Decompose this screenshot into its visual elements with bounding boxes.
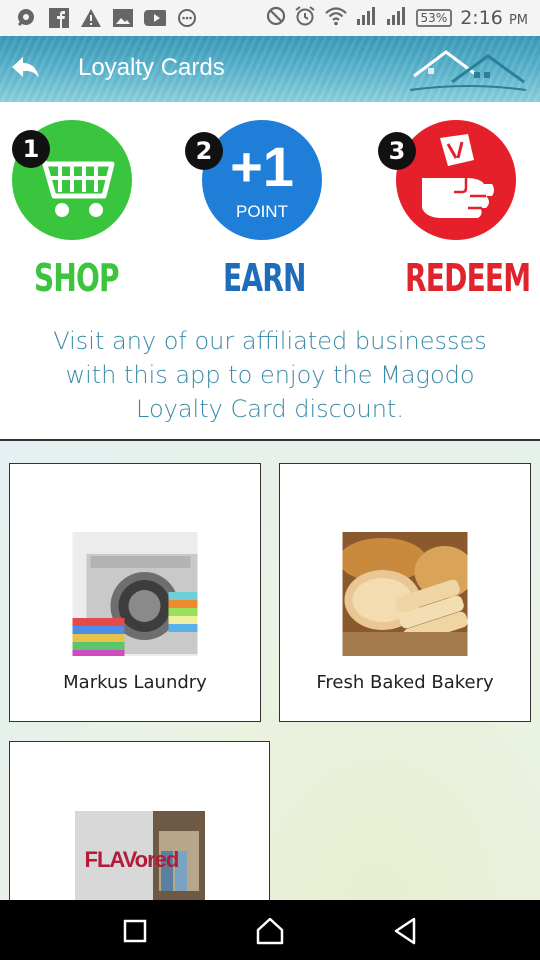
restaurant-sign-text: FLAVored — [84, 847, 180, 872]
clock: 2:16 PM — [460, 7, 528, 29]
description-line: Visit any of our affiliated businesses — [53, 327, 487, 355]
description-line: Loyalty Card discount. — [136, 395, 404, 423]
business-card-flavored[interactable]: FLAVored — [9, 741, 270, 900]
clock-time: 2:16 — [460, 7, 503, 29]
status-bar: 53% 2:16 PM — [0, 0, 540, 36]
restaurant-image: FLAVored — [74, 811, 205, 900]
battery-indicator: 53% — [415, 9, 453, 27]
step-number-badge: 3 — [378, 132, 416, 170]
step-redeem: 3 REDEEM — [360, 102, 540, 302]
house-logo-icon — [408, 46, 527, 94]
point-text: POINT — [236, 202, 288, 221]
chat-icon — [176, 8, 198, 28]
plus-one-point-icon: +1 POINT — [202, 120, 322, 240]
signal-icon — [356, 6, 378, 30]
notification-icon — [16, 8, 38, 28]
step-label: SHOP — [34, 256, 120, 300]
business-card-markus-laundry[interactable]: Markus Laundry — [9, 463, 261, 722]
facebook-icon — [48, 8, 70, 28]
signal-icon-2 — [386, 6, 408, 30]
hand-money-icon — [396, 120, 516, 240]
page-title: Loyalty Cards — [78, 54, 225, 81]
do-not-disturb-icon — [266, 6, 286, 31]
back-triangle-icon[interactable] — [388, 914, 422, 948]
step-number-badge: 1 — [12, 130, 50, 168]
description-line: with this app to enjoy the Magodo — [65, 361, 475, 389]
loyalty-description: Visit any of our affiliated businesses w… — [0, 324, 540, 426]
step-label: REDEEM — [405, 256, 531, 300]
wifi-icon — [324, 6, 348, 31]
step-label: EARN — [223, 256, 306, 300]
home-icon[interactable] — [253, 914, 287, 948]
laundry-image — [72, 532, 198, 656]
warning-icon — [80, 8, 102, 28]
system-nav-bar — [0, 900, 540, 960]
step-earn: +1 POINT 2 EARN — [180, 102, 360, 302]
clock-ampm: PM — [508, 13, 528, 28]
app-bar: Loyalty Cards — [0, 36, 540, 102]
step-shop: 1 SHOP — [0, 102, 180, 302]
youtube-icon — [144, 8, 166, 28]
alarm-icon — [294, 5, 316, 32]
business-grid: Markus Laundry Fresh Baked Bakery FLAVor… — [0, 441, 540, 900]
step-number-badge: 2 — [185, 132, 223, 170]
loyalty-steps-panel: 1 SHOP +1 POINT 2 EARN 3 REDEEM Visit an… — [0, 102, 540, 441]
recents-square-icon[interactable] — [118, 914, 152, 948]
business-name: Fresh Baked Bakery — [316, 672, 494, 693]
back-arrow-icon[interactable] — [10, 54, 42, 84]
business-name: Markus Laundry — [63, 672, 207, 693]
bakery-image — [342, 532, 468, 656]
business-card-fresh-baked-bakery[interactable]: Fresh Baked Bakery — [279, 463, 531, 722]
image-icon — [112, 8, 134, 28]
